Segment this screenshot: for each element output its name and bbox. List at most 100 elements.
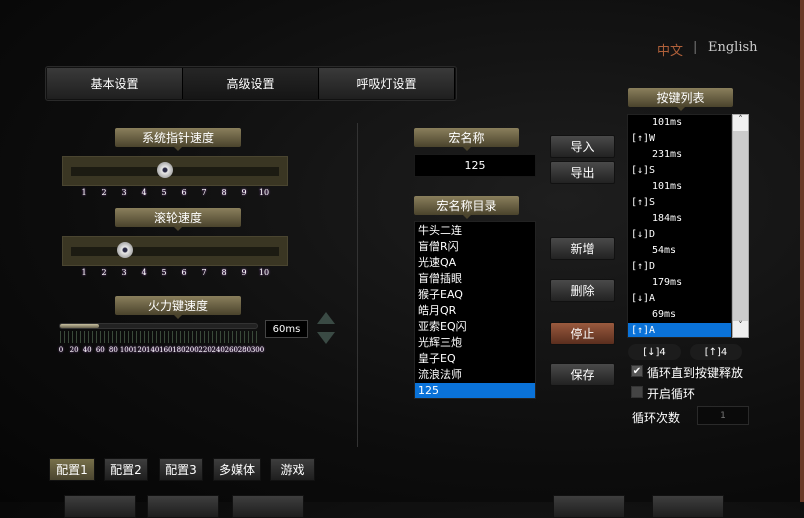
list-item[interactable]: 亚索EQ闪 (415, 319, 535, 335)
key-list-label: 按键列表 (628, 88, 733, 111)
fire-speed-label: 火力键速度 (115, 296, 241, 319)
list-item[interactable]: 猴子EAQ (415, 287, 535, 303)
list-item[interactable]: 流浪法师 (415, 367, 535, 383)
tick-label: 6 (181, 268, 187, 277)
tick-label: 8 (221, 188, 227, 197)
list-item[interactable]: 125 (415, 383, 535, 398)
macro-name-input[interactable]: 125 (414, 154, 536, 177)
list-item[interactable]: 盲僧R闪 (415, 239, 535, 255)
tab-basic[interactable]: 基本设置 (47, 68, 183, 99)
list-item[interactable]: [↑]W (628, 131, 731, 147)
tick-label: 40 (82, 346, 92, 354)
config-3-button[interactable]: 配置3 (159, 458, 203, 481)
list-item[interactable]: 179ms (628, 275, 731, 291)
enable-loop-label: 开启循环 (647, 387, 696, 401)
tick-label: 280 (237, 346, 252, 354)
macro-list[interactable]: 牛头二连 盲僧R闪 光速QA 盲僧插眼 猴子EAQ 皓月QR 亚索EQ闪 光辉三炮 皇子EQ 流浪… (414, 221, 536, 399)
list-item[interactable]: 101ms (628, 179, 731, 195)
export-button[interactable]: 导出 (550, 161, 615, 184)
tick-label: 140 (146, 346, 160, 354)
bottom-button[interactable] (553, 495, 625, 518)
list-item[interactable]: 光速QA (415, 255, 535, 271)
macro-dir-label: 宏名称目录 (414, 196, 519, 219)
tick-label: 4 (141, 188, 147, 197)
save-button[interactable]: 保存 (550, 363, 615, 386)
list-item[interactable]: 光辉三炮 (415, 335, 535, 351)
tick-label: 4 (141, 268, 147, 277)
bottom-button[interactable] (232, 495, 304, 518)
enable-loop-checkbox[interactable] (631, 386, 643, 398)
tick-label: 300 (250, 346, 265, 354)
add-button[interactable]: 新增 (550, 237, 615, 260)
list-item[interactable]: 101ms (628, 115, 731, 131)
tick-label: 3 (121, 188, 127, 197)
loop-count-label: 循环次数 (632, 411, 681, 425)
tick-label: 8 (221, 268, 227, 277)
tab-advanced[interactable]: 高级设置 (183, 68, 319, 99)
tab-breathing-light[interactable]: 呼吸灯设置 (319, 68, 455, 99)
fire-speed-ticks: 0 20 40 60 80 100 120 140 160 180 200 220 240 260 280 3… (0, 346, 300, 358)
decrease-arrow-icon[interactable] (317, 332, 335, 344)
lang-english[interactable]: English (708, 40, 758, 55)
wheel-speed-slider[interactable] (62, 236, 288, 266)
config-2-button[interactable]: 配置2 (104, 458, 148, 481)
slider-thumb[interactable] (157, 162, 173, 178)
list-item[interactable]: [↑]D (628, 259, 731, 275)
list-item[interactable]: 皓月QR (415, 303, 535, 319)
import-button[interactable]: 导入 (550, 135, 615, 158)
scroll-down-icon[interactable]: ˅ (733, 321, 748, 337)
list-item[interactable]: 盲僧插眼 (415, 271, 535, 287)
list-item[interactable]: [↓]D (628, 227, 731, 243)
list-item[interactable]: 231ms (628, 147, 731, 163)
fire-speed-value[interactable]: 60ms (265, 320, 308, 338)
bottom-button[interactable] (147, 495, 219, 518)
tick-label: 220 (198, 346, 212, 354)
stop-button[interactable]: 停止 (550, 322, 615, 345)
list-item[interactable]: 54ms (628, 243, 731, 259)
tab-bar: 基本设置 高级设置 呼吸灯设置 (45, 66, 457, 101)
tick-label: 3 (121, 268, 127, 277)
pointer-speed-slider[interactable] (62, 156, 288, 186)
key-list-scrollbar[interactable]: ˄ ˅ (732, 114, 749, 338)
list-item[interactable]: 69ms (628, 307, 731, 323)
tick-label: 10 (258, 188, 270, 197)
tick-label: 7 (201, 268, 207, 277)
loop-count-input[interactable]: 1 (697, 406, 749, 425)
tick-label: 60 (95, 346, 105, 354)
tick-label: 5 (161, 268, 167, 277)
pointer-speed-ticks: 1 2 3 4 5 6 7 8 9 10 (0, 188, 300, 200)
list-item[interactable]: [↓]A (628, 291, 731, 307)
list-item[interactable]: 皇子EQ (415, 351, 535, 367)
delete-button[interactable]: 删除 (550, 279, 615, 302)
game-button[interactable]: 游戏 (270, 458, 315, 481)
fire-speed-slider[interactable] (59, 323, 258, 329)
down-count: [↓]4 (628, 344, 681, 360)
multimedia-button[interactable]: 多媒体 (213, 458, 261, 481)
slider-thumb[interactable] (117, 242, 133, 258)
tick-label: 1 (81, 268, 87, 277)
tick-label: 160 (159, 346, 173, 354)
bottom-button[interactable] (64, 495, 136, 518)
tick-label: 80 (108, 346, 118, 354)
wheel-speed-label: 滚轮速度 (115, 208, 241, 231)
tick-label: 180 (172, 346, 186, 354)
tick-label: 5 (161, 188, 167, 197)
list-item[interactable]: [↑]A (628, 323, 731, 337)
config-1-button[interactable]: 配置1 (49, 458, 95, 481)
scroll-up-icon[interactable]: ˄ (733, 115, 748, 131)
bottom-button[interactable] (652, 495, 724, 518)
up-count: [↑]4 (690, 344, 742, 360)
list-item[interactable]: [↓]S (628, 163, 731, 179)
list-item[interactable]: 牛头二连 (415, 223, 535, 239)
increase-arrow-icon[interactable] (317, 312, 335, 324)
list-item[interactable]: [↑]S (628, 195, 731, 211)
pointer-speed-label: 系统指针速度 (115, 128, 241, 151)
key-list[interactable]: 101ms [↑]W 231ms [↓]S 101ms [↑]S 184ms [↓]D 54ms… (627, 114, 732, 338)
loop-until-release-checkbox[interactable]: ✔ (631, 365, 643, 377)
list-item[interactable]: 184ms (628, 211, 731, 227)
tick-label: 0 (58, 346, 64, 354)
macro-name-label: 宏名称 (414, 128, 519, 151)
lang-chinese[interactable]: 中文 (657, 40, 683, 59)
fire-speed-scale (60, 331, 257, 343)
tick-label: 260 (224, 346, 238, 354)
